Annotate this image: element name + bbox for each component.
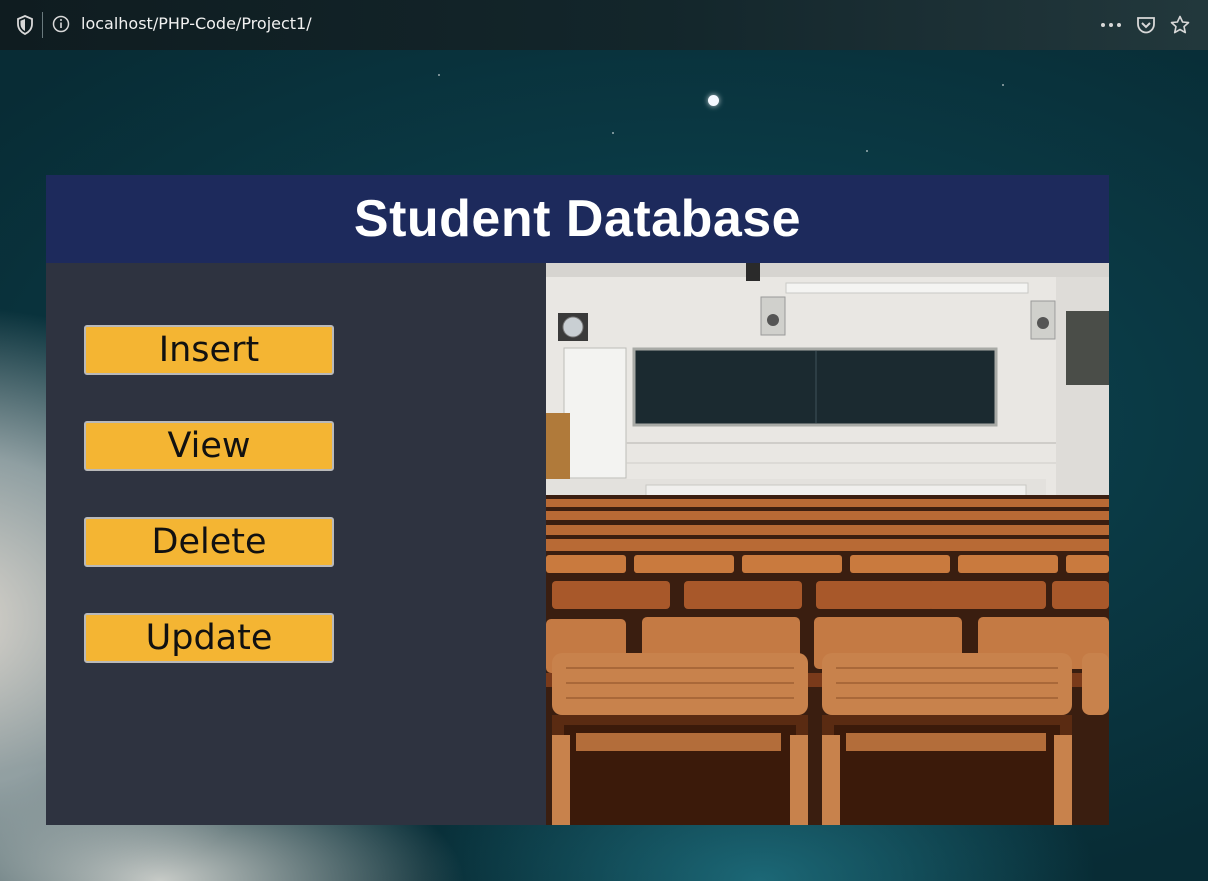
toolbar-separator: [42, 12, 43, 38]
shield-icon[interactable]: [16, 15, 34, 35]
delete-button[interactable]: Delete: [84, 517, 334, 567]
browser-toolbar: localhost/PHP-Code/Project1/: [0, 0, 1208, 50]
star-decoration: [438, 74, 440, 76]
moon-decoration: [708, 95, 719, 106]
page-header: Student Database: [46, 175, 1109, 263]
star-icon[interactable]: [1170, 15, 1190, 35]
pocket-icon[interactable]: [1136, 15, 1156, 35]
star-decoration: [866, 150, 868, 152]
info-icon[interactable]: [52, 15, 70, 33]
update-button[interactable]: Update: [84, 613, 334, 663]
star-decoration: [1002, 84, 1004, 86]
classroom-image: [546, 263, 1109, 825]
toolbar-actions: [1100, 12, 1190, 38]
view-button[interactable]: View: [84, 421, 334, 471]
student-database-panel: Student Database Insert View Delete Upda…: [46, 175, 1109, 825]
insert-button[interactable]: Insert: [84, 325, 334, 375]
action-menu: Insert View Delete Update: [46, 263, 546, 825]
star-decoration: [612, 132, 614, 134]
more-icon[interactable]: [1100, 21, 1122, 29]
page-title: Student Database: [353, 190, 802, 248]
url-bar[interactable]: localhost/PHP-Code/Project1/: [81, 14, 312, 33]
